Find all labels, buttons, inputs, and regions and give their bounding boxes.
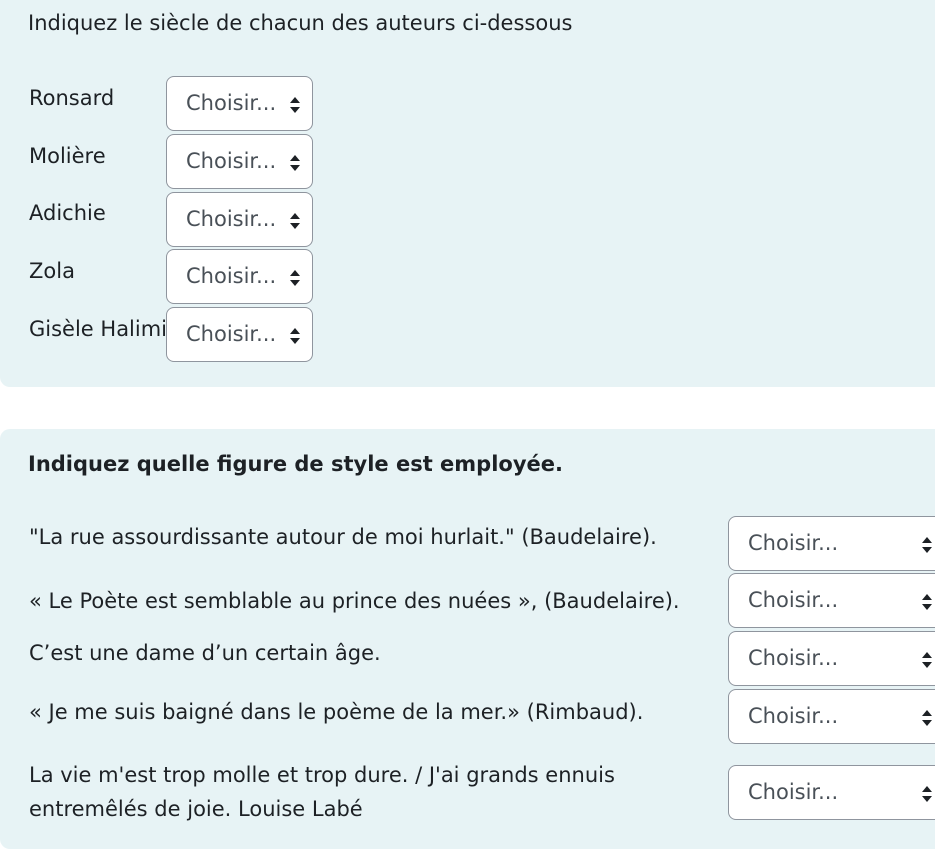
select-value: Choisir... [186, 207, 277, 231]
select-value: Choisir... [748, 646, 839, 670]
sort-arrows-icon [922, 537, 932, 553]
figure-select-3[interactable]: Choisir... [728, 631, 935, 686]
figure-select-5[interactable]: Choisir... [728, 765, 935, 820]
select-value: Choisir... [186, 91, 277, 115]
sentence-label-1: "La rue assourdissante autour de moi hur… [29, 525, 657, 549]
select-value: Choisir... [748, 588, 839, 612]
sentence-label-2: « Le Poète est semblable au prince des n… [29, 589, 680, 613]
figure-select-1[interactable]: Choisir... [728, 516, 935, 571]
select-value: Choisir... [748, 531, 839, 555]
select-value: Choisir... [186, 322, 277, 346]
sentence-label-3: C’est une dame d’un certain âge. [29, 641, 381, 665]
select-value: Choisir... [186, 149, 277, 173]
question1-prompt: Indiquez le siècle de chacun des auteurs… [28, 11, 573, 35]
century-select-moliere[interactable]: Choisir... [166, 134, 313, 189]
century-select-adichie[interactable]: Choisir... [166, 192, 313, 247]
sort-arrows-icon [922, 710, 932, 726]
sentence-label-4: « Je me suis baigné dans le poème de la … [29, 700, 644, 724]
century-select-halimi[interactable]: Choisir... [166, 307, 313, 362]
sort-arrows-icon [290, 97, 300, 113]
question2-prompt: Indiquez quelle figure de style est empl… [28, 452, 563, 476]
figure-select-2[interactable]: Choisir... [728, 573, 935, 628]
select-value: Choisir... [186, 264, 277, 288]
author-label-halimi: Gisèle Halimi [29, 317, 168, 341]
select-value: Choisir... [748, 780, 839, 804]
author-label-moliere: Molière [29, 144, 106, 168]
sort-arrows-icon [922, 786, 932, 802]
sort-arrows-icon [922, 594, 932, 610]
figure-select-4[interactable]: Choisir... [728, 689, 935, 744]
sentence-label-5: La vie m'est trop molle et trop dure. / … [29, 763, 615, 821]
author-label-zola: Zola [29, 259, 75, 283]
century-select-ronsard[interactable]: Choisir... [166, 76, 313, 131]
sort-arrows-icon [290, 328, 300, 344]
sort-arrows-icon [290, 270, 300, 286]
author-label-ronsard: Ronsard [29, 86, 115, 110]
sort-arrows-icon [290, 213, 300, 229]
author-label-adichie: Adichie [29, 201, 106, 225]
select-value: Choisir... [748, 704, 839, 728]
century-select-zola[interactable]: Choisir... [166, 249, 313, 304]
sort-arrows-icon [290, 155, 300, 171]
sort-arrows-icon [922, 652, 932, 668]
